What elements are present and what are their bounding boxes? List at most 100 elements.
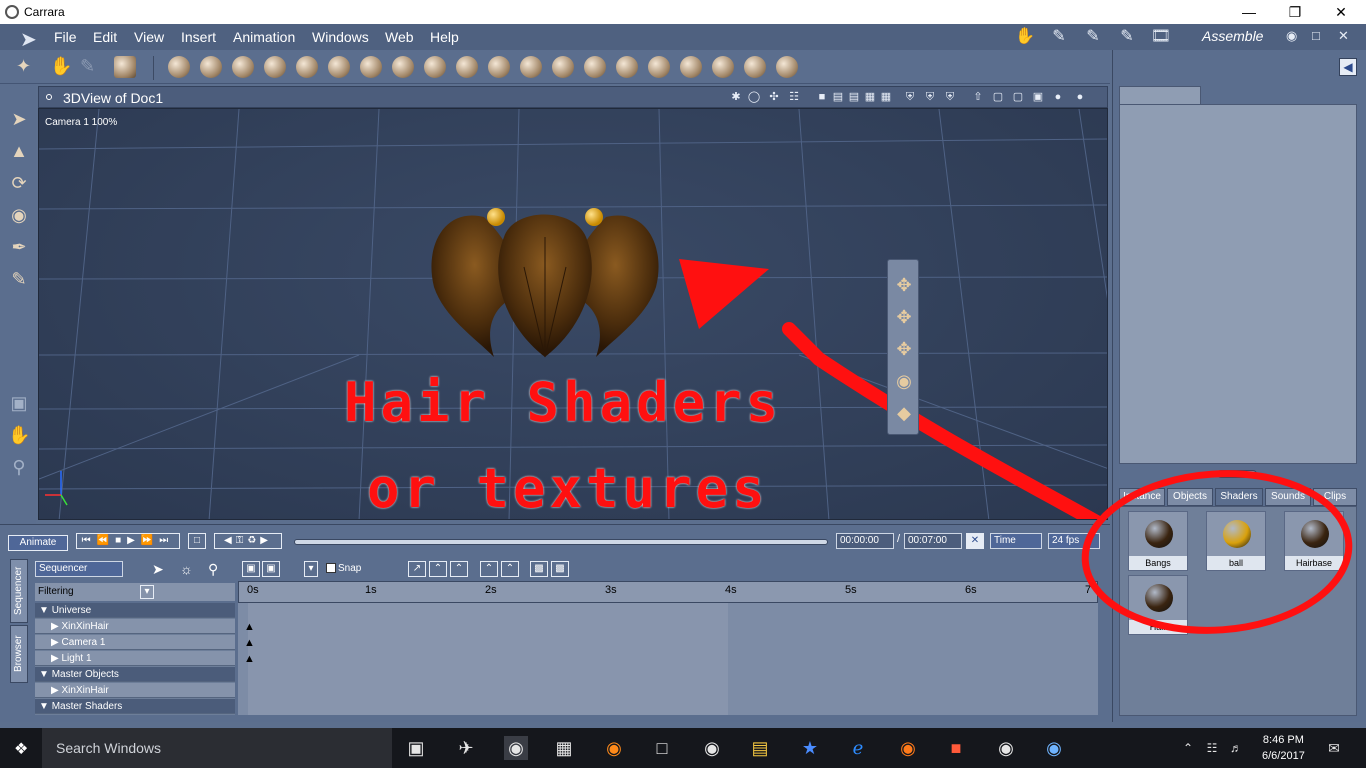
panel-restore-icon[interactable]: □ bbox=[1312, 28, 1320, 43]
minimize-button[interactable]: — bbox=[1226, 2, 1272, 22]
flythrough-icon[interactable]: ✣ bbox=[767, 90, 781, 104]
task-view-icon[interactable]: ▣ bbox=[404, 736, 428, 760]
scale-tool-icon[interactable]: ◉ bbox=[8, 204, 30, 226]
ungroup-icon[interactable]: ▩ bbox=[551, 561, 569, 577]
menu-help[interactable]: Help bbox=[430, 29, 459, 45]
3d-viewport[interactable]: Camera 1 100% Hair Shaders or textures ✥… bbox=[38, 108, 1108, 520]
carrara-taskbar-icon-2[interactable]: ◉ bbox=[994, 736, 1018, 760]
calendar-app-icon[interactable]: ▦ bbox=[552, 736, 576, 760]
magnify-icon[interactable]: ⚲ bbox=[208, 561, 218, 578]
paint-app-icon[interactable]: ◉ bbox=[700, 736, 724, 760]
grab-hand-icon[interactable]: ✋ bbox=[50, 56, 72, 78]
tree-row[interactable]: ▶ XinXinHair bbox=[35, 619, 235, 634]
end-time-field[interactable]: 00:07:00 bbox=[904, 533, 962, 549]
menu-file[interactable]: File bbox=[54, 29, 77, 45]
move-tool-icon[interactable]: ▲ bbox=[8, 140, 30, 162]
texture-room-icon[interactable]: ✎ bbox=[1080, 26, 1106, 48]
app-orange-icon[interactable]: ◉ bbox=[602, 736, 626, 760]
properties-tab[interactable] bbox=[1119, 86, 1201, 104]
sequencer-select[interactable]: Sequencer bbox=[35, 561, 123, 577]
tree-expand-icon[interactable]: ▼ bbox=[35, 669, 49, 680]
camera-icon[interactable] bbox=[680, 56, 702, 78]
tween-smooth-icon[interactable]: ⌃ bbox=[450, 561, 468, 577]
rotate-tool-icon[interactable]: ⟳ bbox=[8, 172, 30, 194]
eye-icon[interactable]: ◉ bbox=[1286, 28, 1297, 44]
tab-browser[interactable]: Browser bbox=[10, 625, 28, 683]
network-icon[interactable]: ☷ bbox=[1200, 736, 1224, 760]
close-button[interactable]: ✕ bbox=[1318, 2, 1364, 22]
menu-web[interactable]: Web bbox=[385, 29, 414, 45]
figure-app-icon[interactable]: ★ bbox=[798, 736, 822, 760]
track-move-icon[interactable]: ✥ bbox=[893, 274, 915, 296]
shield-view-icon[interactable]: ⛨ bbox=[903, 90, 917, 104]
firefox-icon[interactable]: ◉ bbox=[896, 736, 920, 760]
grid-options-icon[interactable]: ☷ bbox=[787, 90, 801, 104]
tree-collapse-icon[interactable]: ▶ bbox=[35, 637, 59, 648]
fit-icon[interactable]: ▣ bbox=[242, 561, 260, 577]
paint-tool-icon[interactable] bbox=[114, 56, 136, 78]
tree-row-master-shaders[interactable]: ▼ Master Shaders bbox=[35, 699, 235, 714]
tree-collapse-icon[interactable]: ▶ bbox=[35, 653, 59, 664]
lights-icon[interactable] bbox=[712, 56, 734, 78]
snap-checkbox[interactable] bbox=[326, 563, 336, 573]
layout-two-icon[interactable]: ▤ bbox=[831, 90, 845, 104]
tween-linear-icon[interactable]: ↗ bbox=[408, 561, 426, 577]
filtering-dropdown-icon[interactable]: ▾ bbox=[140, 585, 154, 599]
keyframe-marker[interactable]: ▲ bbox=[244, 621, 255, 633]
bounding-box-icon[interactable]: ▢ bbox=[991, 90, 1005, 104]
taskbar-clock[interactable]: 8:46 PM 6/6/2017 bbox=[1262, 732, 1305, 764]
time-scrub-slider[interactable] bbox=[294, 539, 828, 545]
frame-icon[interactable]: ▣ bbox=[262, 561, 280, 577]
tree-row-universe[interactable]: ▼ Universe bbox=[35, 603, 235, 618]
collapse-panel-icon[interactable]: ◀ bbox=[1339, 58, 1357, 76]
menu-view[interactable]: View bbox=[134, 29, 164, 45]
model-room-icon[interactable]: ✋ bbox=[1012, 26, 1038, 48]
pan-hand-icon[interactable]: ✋ bbox=[8, 424, 30, 446]
time-mode-select[interactable]: Time bbox=[990, 533, 1042, 549]
plant-icon[interactable] bbox=[424, 56, 446, 78]
storyboard-room-icon[interactable]: ✎ bbox=[1046, 26, 1072, 48]
plane-icon[interactable] bbox=[392, 56, 414, 78]
carrara-taskbar-icon[interactable]: ◉ bbox=[504, 736, 528, 760]
particle-icon[interactable] bbox=[360, 56, 382, 78]
eyedropper-icon[interactable]: ✒ bbox=[8, 236, 30, 258]
render-room-icon[interactable]: ✎ bbox=[1114, 26, 1140, 48]
pointer-icon[interactable]: ➤ bbox=[152, 561, 164, 578]
notifications-icon[interactable]: ✉ bbox=[1322, 736, 1346, 760]
cone-primitive-icon[interactable] bbox=[200, 56, 222, 78]
key-controls[interactable]: ◀⚿♻▶ bbox=[214, 533, 282, 549]
bank-icon[interactable]: ◆ bbox=[893, 402, 915, 424]
panel-close-icon[interactable]: ✕ bbox=[1338, 28, 1349, 44]
tree-expand-icon[interactable]: ▼ bbox=[35, 701, 49, 712]
tab-sequencer[interactable]: Sequencer bbox=[10, 559, 28, 623]
sphere-primitive-icon[interactable] bbox=[168, 56, 190, 78]
magic-wand-icon[interactable]: ✦ bbox=[16, 56, 38, 78]
film-room-icon[interactable]: 🎞 bbox=[1148, 26, 1174, 48]
taskbar-app-icon[interactable]: ✈ bbox=[454, 736, 478, 760]
textured-shaded-icon[interactable]: ● bbox=[1073, 90, 1087, 104]
snap-options-icon[interactable]: ▾ bbox=[304, 561, 318, 577]
layout-four-icon[interactable]: ▦ bbox=[863, 90, 877, 104]
render-area-icon[interactable]: ✱ bbox=[729, 90, 743, 104]
globe-primitive-icon[interactable] bbox=[232, 56, 254, 78]
pan-icon[interactable]: ✥ bbox=[893, 338, 915, 360]
file-explorer-icon[interactable]: ▤ bbox=[748, 736, 772, 760]
layout-three-icon[interactable]: ▤ bbox=[847, 90, 861, 104]
disabled-tool-icon[interactable]: ✎ bbox=[80, 56, 102, 78]
keyframe-marker[interactable]: ▲ bbox=[244, 653, 255, 665]
figure-icon[interactable] bbox=[264, 56, 286, 78]
sun-icon[interactable]: ☼ bbox=[180, 561, 193, 577]
tree-row[interactable]: ▶ Light 1 bbox=[35, 651, 235, 666]
gallery-app-icon[interactable]: ■ bbox=[944, 736, 968, 760]
tween-hold-icon[interactable]: ⌃ bbox=[501, 561, 519, 577]
time-ruler[interactable]: 0s 1s 2s 3s 4s 5s 6s 7 bbox=[238, 581, 1098, 603]
animate-button[interactable]: Animate bbox=[8, 535, 68, 551]
zoom-icon[interactable]: ⚲ bbox=[8, 456, 30, 478]
tween-bezier-icon[interactable]: ⌃ bbox=[480, 561, 498, 577]
menu-insert[interactable]: Insert bbox=[181, 29, 216, 45]
shield-view3-icon[interactable]: ⛨ bbox=[943, 90, 957, 104]
tree-row[interactable]: ▶ XinXinHair bbox=[35, 683, 235, 698]
playback-controls[interactable]: ⏮⏪■▶⏩⏭ bbox=[76, 533, 180, 549]
tray-chevron-icon[interactable]: ⌃ bbox=[1176, 736, 1200, 760]
restore-button[interactable]: ❐ bbox=[1272, 2, 1318, 22]
